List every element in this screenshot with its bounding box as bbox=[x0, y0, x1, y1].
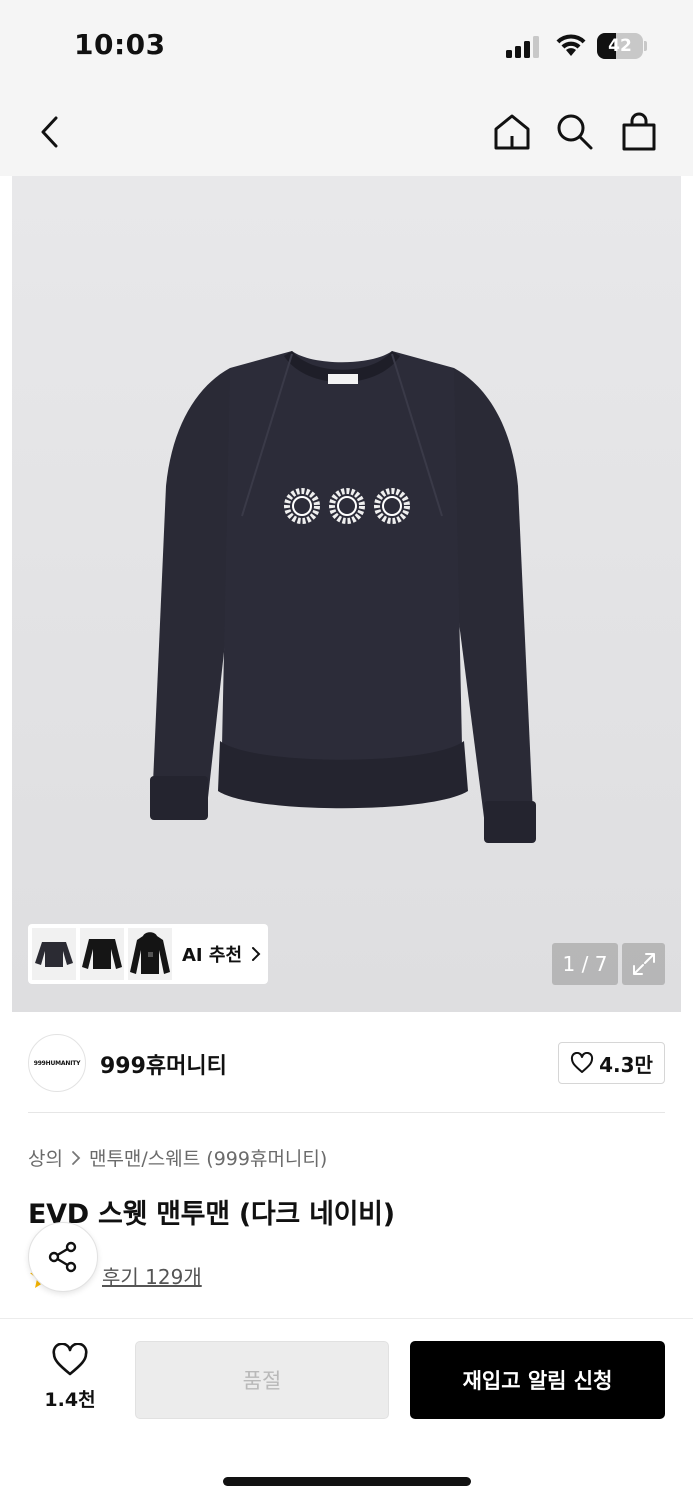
wishlist-count: 1.4천 bbox=[44, 1389, 96, 1411]
battery-level: 42 bbox=[608, 36, 632, 56]
brand-logo[interactable]: 999HUMANITY bbox=[28, 1034, 86, 1092]
back-button[interactable] bbox=[26, 108, 74, 156]
breadcrumb: 상의 맨투맨/스웨트 (999휴머니티) bbox=[28, 1144, 327, 1171]
breadcrumb-subcategory[interactable]: 맨투맨/스웨트 (999휴머니티) bbox=[89, 1144, 327, 1171]
bottom-action-bar: 1.4천 품절 재입고 알림 신청 bbox=[0, 1318, 693, 1500]
top-nav-bar bbox=[0, 90, 693, 176]
ai-recommendation-card[interactable]: AI 추천 bbox=[28, 924, 268, 984]
brand-like-count: 4.3만 bbox=[599, 1052, 653, 1077]
brand-name[interactable]: 999휴머니티 bbox=[100, 1048, 227, 1080]
soldout-button: 품절 bbox=[135, 1341, 389, 1419]
status-time: 10:03 bbox=[74, 28, 166, 61]
home-button[interactable] bbox=[488, 108, 536, 156]
home-icon bbox=[494, 114, 530, 150]
cart-button[interactable] bbox=[615, 108, 663, 156]
ai-thumbnail-longsleeve[interactable] bbox=[80, 928, 124, 980]
status-bar: 10:03 42 bbox=[0, 0, 693, 90]
restock-alert-button[interactable]: 재입고 알림 신청 bbox=[410, 1341, 665, 1419]
product-image bbox=[150, 351, 536, 843]
battery-indicator: 42 bbox=[597, 33, 647, 59]
heart-icon bbox=[52, 1342, 88, 1376]
shopping-bag-icon bbox=[622, 112, 656, 151]
chevron-right-icon bbox=[72, 1150, 81, 1165]
wishlist-button[interactable]: 1.4천 bbox=[30, 1342, 110, 1415]
ai-recommendation-label: AI 추천 bbox=[182, 945, 243, 966]
wifi-icon bbox=[556, 34, 586, 56]
home-indicator bbox=[223, 1477, 471, 1486]
product-image-gallery[interactable]: AI 추천 1 / 7 bbox=[12, 176, 681, 1012]
product-title: EVD 스웻 맨투맨 (다크 네이비) bbox=[28, 1199, 395, 1230]
search-icon bbox=[557, 114, 593, 150]
review-link[interactable]: 후기 129개 bbox=[102, 1261, 202, 1290]
expand-icon bbox=[632, 953, 655, 975]
divider bbox=[28, 1112, 665, 1113]
chevron-right-icon bbox=[252, 947, 261, 961]
chevron-left-icon bbox=[41, 116, 58, 148]
ai-thumbnail-hoodie[interactable] bbox=[128, 928, 172, 980]
cellular-signal-icon bbox=[506, 36, 539, 58]
image-counter: 1 / 7 bbox=[552, 943, 618, 985]
brand-row: 999HUMANITY 999휴머니티 4.3만 bbox=[28, 1034, 665, 1094]
ai-thumbnail-sweatshirt[interactable] bbox=[32, 928, 76, 980]
brand-like-button[interactable]: 4.3만 bbox=[558, 1042, 665, 1084]
expand-image-button[interactable] bbox=[622, 943, 665, 985]
breadcrumb-category[interactable]: 상의 bbox=[28, 1144, 63, 1171]
heart-icon bbox=[571, 1052, 594, 1073]
share-button[interactable] bbox=[28, 1222, 98, 1292]
search-button[interactable] bbox=[551, 108, 599, 156]
share-icon bbox=[48, 1241, 77, 1273]
